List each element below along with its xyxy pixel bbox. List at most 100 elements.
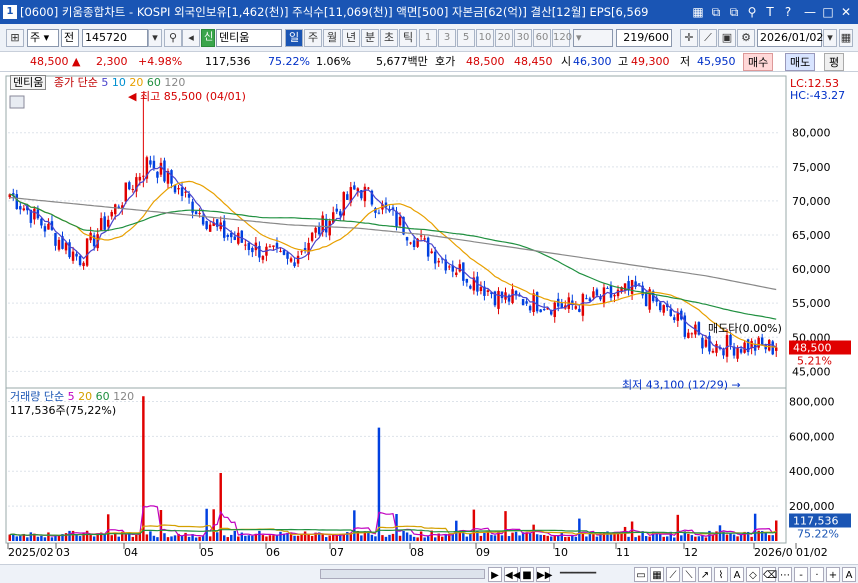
volume-bar [237,536,240,541]
date-field[interactable]: 2026/01/02 [757,29,823,47]
line-tool-icon[interactable]: ⟋ [666,567,680,582]
layout-icon[interactable]: ⊞ [6,29,24,47]
volume-bar [440,536,444,541]
chart-table-icon[interactable] [9,95,25,109]
grid-icon[interactable]: ▦ [839,29,853,47]
search-icon[interactable]: ⚲ [164,29,182,47]
zoom-slider[interactable]: ━━━━━━ [560,568,630,580]
interval-1[interactable]: 1 [419,29,437,47]
shape-tool-icon[interactable]: ◇ [746,567,760,582]
text-tool-icon[interactable]: A [730,567,744,582]
volume-bar [483,532,486,541]
reset-icon[interactable]: · [810,567,824,582]
rewind-icon[interactable]: ◀◀ [504,567,520,582]
sound-icon[interactable]: ◂ [182,29,200,47]
mode-select[interactable]: 주 ▾ [27,29,59,47]
candle-body [669,309,672,317]
period-1[interactable]: 주 [304,29,322,47]
x-tick-label: 03 [56,546,70,559]
stock-name-field[interactable]: 덴티움 [216,29,282,47]
interval-30[interactable]: 30 [514,29,532,47]
period-5[interactable]: 초 [380,29,398,47]
chart-tool-icon[interactable]: ⟋ [699,29,717,47]
help-icon[interactable]: ? [780,4,796,20]
ruler-tool-icon[interactable]: ⌇ [714,567,728,582]
interval-5[interactable]: 5 [457,29,475,47]
code-dropdown-icon[interactable]: ▾ [148,29,162,47]
volume-bar [409,534,412,541]
count-field[interactable]: 219/600 [616,29,672,47]
chart-area[interactable]: 80,00075,00070,00065,00060,00055,00050,0… [0,73,858,564]
current-price-axis-label: 48,500 [793,342,832,355]
settings-cross-icon[interactable]: ✛ [680,29,698,47]
tool-icon[interactable]: T [762,4,778,20]
volume-bar [26,537,29,541]
period-0[interactable]: 일 [285,29,303,47]
link-icon[interactable]: ▦ [690,4,706,20]
volume-bar [549,536,553,541]
price-change-pct: +4.98% [138,55,183,68]
period-6[interactable]: 틱 [399,29,417,47]
market-button[interactable]: 전 [61,29,79,47]
more-tool-icon[interactable]: ⋯ [778,567,792,582]
calendar-icon[interactable]: ▾ [823,29,837,47]
avg-button[interactable]: 평 [824,53,845,71]
period-3[interactable]: 년 [342,29,360,47]
buy-button[interactable]: 매수 [743,53,774,71]
volume-bar [180,536,184,541]
stop-icon[interactable]: ■ [520,567,534,582]
volume-bar [658,533,662,541]
bottom-bar: ▶ ◀◀ ■ ▶▶ ━━━━━━ ▭ ▦ ⟋ ⟍ ↗ ⌇ A ◇ ⌫ ⋯ - ·… [0,564,858,583]
price-tick-label: 55,000 [792,297,831,310]
candle-body [775,347,778,351]
volume-bar [462,532,465,541]
x-tick-label: 05 [200,546,214,559]
pin-icon[interactable]: ⚲ [744,4,760,20]
zoom-in-icon[interactable]: + [826,567,840,582]
candle-body [409,242,412,244]
candle-body [275,242,279,248]
gear-icon[interactable]: ⚙ [737,29,755,47]
fast-forward-icon[interactable]: ▶▶ [536,567,552,582]
scroll-track[interactable] [320,569,485,579]
period-2[interactable]: 월 [323,29,341,47]
volume-bar [370,534,374,541]
high-price: 49,300 [631,55,670,68]
price-tick-label: 65,000 [792,229,831,242]
period-4[interactable]: 분 [361,29,379,47]
volume-bar [553,535,556,541]
interval-20[interactable]: 20 [495,29,513,47]
fit-icon[interactable]: ▦ [650,567,664,582]
zoom-icon[interactable]: ▭ [634,567,648,582]
volume-bar [321,534,324,541]
interval-120[interactable]: 120 [552,29,572,47]
close-icon[interactable]: ✕ [838,4,854,20]
scroll-right-icon[interactable]: ▶ [488,567,502,582]
candle-body [99,218,103,231]
code-input[interactable]: 145720 [82,29,148,47]
interval-60[interactable]: 60 [533,29,551,47]
font-small-icon[interactable]: - [794,567,808,582]
save-icon[interactable]: ▣ [718,29,736,47]
candle-body [47,223,50,230]
candle-body [261,256,265,260]
eraser-tool-icon[interactable]: ⌫ [762,567,777,582]
interval-10[interactable]: 10 [476,29,494,47]
maximize-icon[interactable]: □ [820,4,836,20]
candle-body [335,208,338,212]
copy-icon[interactable]: ⧉ [708,4,724,20]
interval-3[interactable]: 3 [438,29,456,47]
x-tick-label: 2026/0 [754,546,793,559]
arrow-tool-icon[interactable]: ↗ [698,567,712,582]
minimize-icon[interactable]: — [802,4,818,20]
trend-tool-icon[interactable]: ⟍ [682,567,696,582]
sell-button[interactable]: 매도 [785,53,816,71]
candle-body [729,334,732,345]
restore-icon[interactable]: ⧉ [726,4,742,20]
volume-bar [85,530,89,541]
candle-body [377,212,381,214]
candle-body [430,251,433,254]
interval-select[interactable]: ▾ [573,29,613,47]
text-size-icon[interactable]: A [842,567,856,582]
candle-body [616,289,620,297]
